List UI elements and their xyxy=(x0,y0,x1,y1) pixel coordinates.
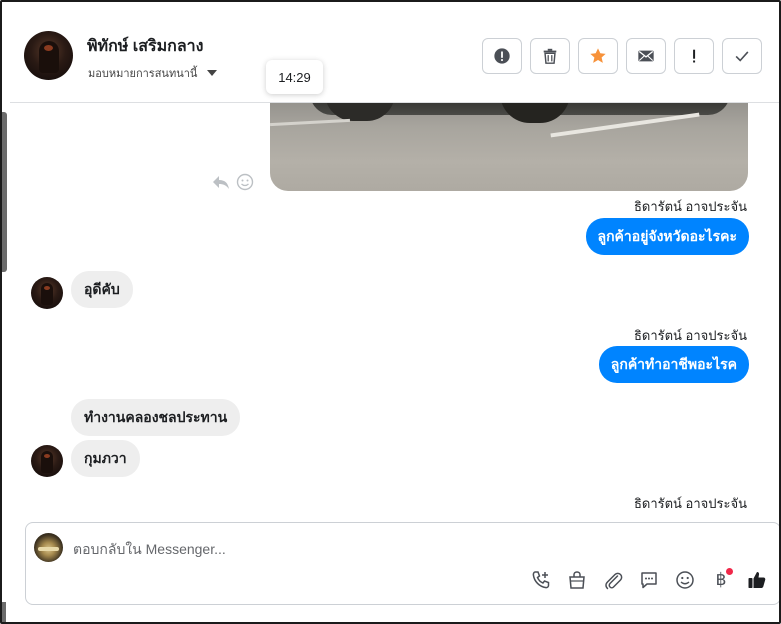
outgoing-message[interactable]: ลูกค้าอยู่จังหวัดอะไรคะ xyxy=(585,218,749,255)
follow-up-button[interactable] xyxy=(674,38,714,74)
inbox-window: พิทักษ์ เสริมกลาง มอบหมายการสนทนานี้ 14:… xyxy=(0,0,781,624)
alert-circle-icon xyxy=(494,48,510,64)
shop-button[interactable] xyxy=(566,569,588,591)
envelope-icon xyxy=(638,50,654,62)
chat-bubble-icon xyxy=(641,572,657,589)
shared-photo[interactable] xyxy=(270,103,748,191)
caret-down-icon xyxy=(207,70,218,76)
conversation-header: พิทักษ์ เสริมกลาง มอบหมายการสนทนานี้ xyxy=(10,10,779,103)
like-button[interactable] xyxy=(746,569,768,591)
message-thread[interactable]: ธิดารัตน์ อาจประจัน ลูกค้าอยู่จังหวัดอะไ… xyxy=(10,103,779,521)
star-icon xyxy=(590,48,606,63)
contact-name[interactable]: พิทักษ์ เสริมกลาง xyxy=(87,34,203,59)
contact-avatar-small[interactable] xyxy=(31,445,63,477)
exclamation-icon xyxy=(693,49,696,63)
assign-conversation-dropdown[interactable]: มอบหมายการสนทนานี้ xyxy=(88,64,218,82)
incoming-message[interactable]: กุมภวา xyxy=(71,440,140,477)
reply-input[interactable] xyxy=(73,539,673,559)
page-avatar xyxy=(34,533,63,562)
notification-dot xyxy=(726,568,733,575)
shopping-bag-icon xyxy=(569,571,585,589)
contact-avatar-small[interactable] xyxy=(31,277,63,309)
delete-button[interactable] xyxy=(530,38,570,74)
sender-name: ธิดารัตน์ อาจประจัน xyxy=(633,199,747,214)
scrollbar-left[interactable] xyxy=(2,112,7,272)
reply-composer: ฿ xyxy=(25,522,779,605)
assign-label: มอบหมายการสนทนานี้ xyxy=(88,68,198,80)
reaction-smiley-icon[interactable] xyxy=(236,173,254,191)
sender-name: ธิดารัตน์ อาจประจัน xyxy=(633,328,747,343)
paperclip-icon xyxy=(605,572,623,590)
incoming-message[interactable]: อุดีคับ xyxy=(71,271,133,308)
thumbs-up-icon xyxy=(748,572,766,588)
emoji-button[interactable] xyxy=(674,569,696,591)
star-button[interactable] xyxy=(578,38,618,74)
check-icon xyxy=(735,51,749,62)
message-hover-actions xyxy=(212,173,254,191)
reply-icon[interactable] xyxy=(212,174,230,190)
call-add-button[interactable] xyxy=(530,569,552,591)
contact-avatar[interactable] xyxy=(24,31,73,80)
saved-replies-button[interactable] xyxy=(638,569,660,591)
payment-button[interactable]: ฿ xyxy=(710,568,733,591)
attach-button[interactable] xyxy=(602,569,624,591)
timestamp-tooltip: 14:29 xyxy=(266,60,323,94)
baht-icon: ฿ xyxy=(715,570,727,590)
incoming-message[interactable]: ทำงานคลองชลประทาน xyxy=(71,399,241,436)
trash-icon xyxy=(543,48,557,64)
outgoing-message[interactable]: ลูกค้าทำอาชีพอะไรค xyxy=(598,346,749,383)
smiley-icon xyxy=(676,571,694,589)
composer-toolbar: ฿ xyxy=(530,568,768,591)
mark-done-button[interactable] xyxy=(722,38,762,74)
spam-button[interactable] xyxy=(482,38,522,74)
header-actions xyxy=(482,38,762,74)
sender-name: ธิดารัตน์ อาจประจัน xyxy=(633,496,747,511)
scrollbar-left-bottom xyxy=(2,602,6,622)
phone-plus-icon xyxy=(532,571,550,589)
mark-unread-button[interactable] xyxy=(626,38,666,74)
